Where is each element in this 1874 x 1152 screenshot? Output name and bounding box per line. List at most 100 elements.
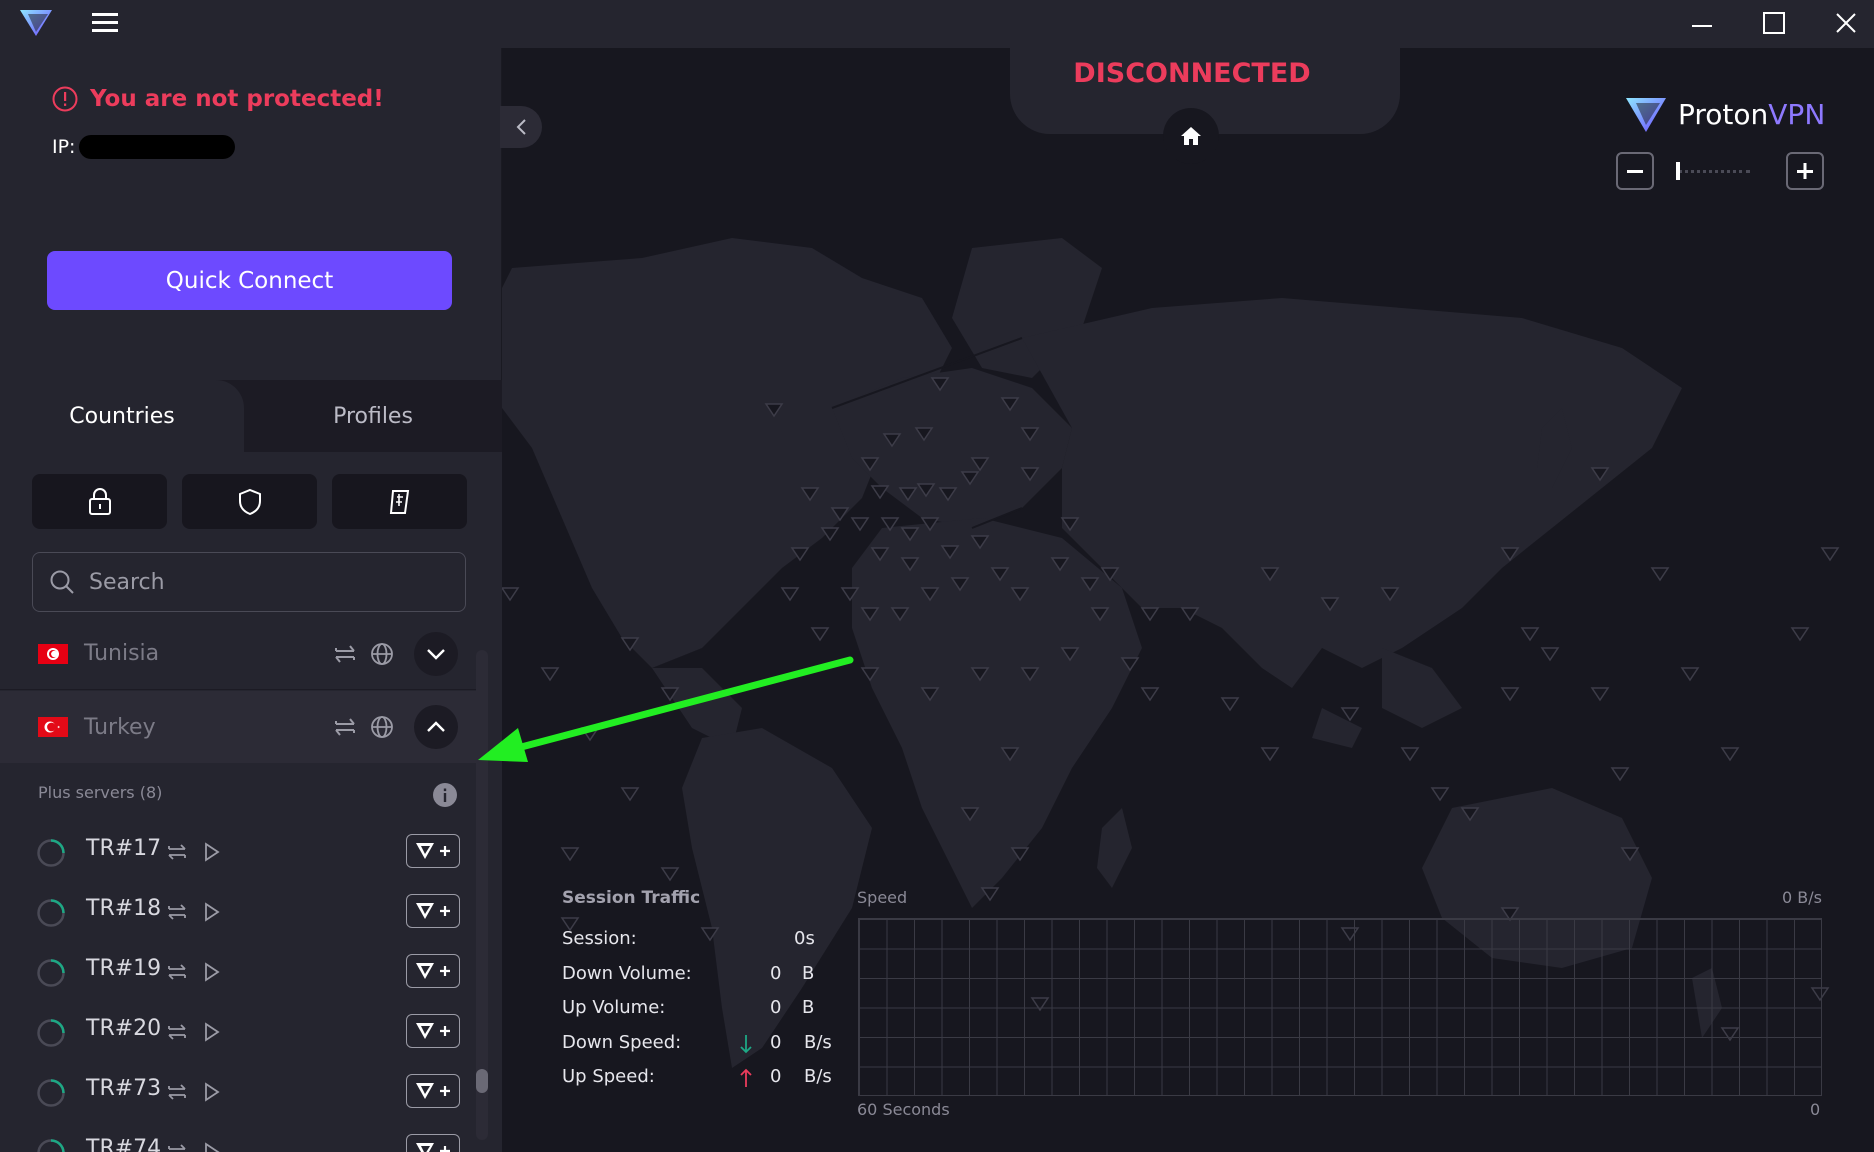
traffic-value: 0	[770, 963, 782, 984]
minimize-icon[interactable]	[1666, 0, 1738, 46]
server-connect-button[interactable]	[406, 1014, 460, 1048]
server-switch-icon[interactable]	[332, 715, 358, 739]
play-icon[interactable]	[204, 1022, 220, 1042]
close-icon[interactable]	[1810, 0, 1874, 46]
brand-vpn-text: VPN	[1768, 97, 1826, 131]
minus-icon	[1625, 161, 1645, 181]
country-row-tunisia[interactable]: Tunisia	[0, 618, 478, 690]
speed-graph-label: Speed	[857, 888, 908, 907]
traffic-row-down-volume: Down Volume: 0 B	[562, 963, 842, 989]
server-row[interactable]: TR#17	[0, 822, 478, 882]
traffic-row-up-volume: Up Volume: 0 B	[562, 997, 842, 1023]
traffic-unit: B/s	[804, 1032, 832, 1053]
server-load-icon	[36, 1138, 66, 1152]
down-arrow-icon	[740, 1034, 752, 1054]
search-input[interactable]	[89, 569, 429, 595]
globe-icon[interactable]	[370, 642, 394, 666]
server-connect-button[interactable]	[406, 894, 460, 928]
server-connect-button[interactable]	[406, 834, 460, 868]
traffic-row-up-speed: Up Speed: 0 B/s	[562, 1066, 842, 1092]
zoom-slider-thumb[interactable]	[1676, 162, 1680, 180]
traffic-value: 0	[770, 1066, 782, 1087]
home-location-button[interactable]	[1163, 108, 1219, 164]
traffic-unit: B	[802, 963, 815, 984]
server-switch-icon[interactable]	[166, 961, 188, 983]
server-switch-icon[interactable]	[166, 901, 188, 923]
server-switch-icon[interactable]	[166, 1081, 188, 1103]
play-icon[interactable]	[204, 1142, 220, 1152]
netshield-filter-button[interactable]	[182, 474, 317, 529]
server-row[interactable]: TR#19	[0, 942, 478, 1002]
plus-icon	[1795, 161, 1815, 181]
traffic-value: 0	[770, 997, 782, 1018]
traffic-label: Up Volume:	[562, 997, 666, 1018]
traffic-unit: B/s	[804, 1066, 832, 1087]
speed-graph	[858, 918, 1822, 1096]
hamburger-menu-icon[interactable]	[92, 10, 118, 34]
shield-icon	[238, 488, 262, 516]
collapse-sidebar-button[interactable]	[500, 106, 542, 148]
quick-connect-button[interactable]: Quick Connect	[47, 251, 452, 310]
traffic-value: 0s	[794, 928, 815, 949]
play-icon[interactable]	[204, 902, 220, 922]
country-row-turkey[interactable]: Turkey	[0, 691, 478, 763]
protection-warning-text: You are not protected!	[90, 86, 384, 112]
traffic-label: Session:	[562, 928, 637, 949]
server-row[interactable]: TR#18	[0, 882, 478, 942]
zoom-slider-track[interactable]	[1678, 170, 1750, 173]
server-connect-button[interactable]	[406, 1074, 460, 1108]
traffic-value: 0	[770, 1032, 782, 1053]
speed-graph-x-right-label: 0	[1810, 1100, 1821, 1119]
ip-row: IP:	[52, 135, 236, 159]
chevron-down-icon	[426, 648, 446, 660]
turkey-flag-icon	[38, 717, 68, 737]
server-switch-icon[interactable]	[166, 1021, 188, 1043]
server-connect-button[interactable]	[406, 954, 460, 988]
up-arrow-icon	[740, 1068, 752, 1088]
server-connect-button[interactable]	[406, 1134, 460, 1152]
scrollbar-thumb[interactable]	[476, 1069, 488, 1093]
server-load-icon	[36, 838, 66, 868]
tab-countries[interactable]: Countries	[0, 380, 244, 452]
chevron-left-icon	[515, 118, 527, 136]
play-icon[interactable]	[204, 1082, 220, 1102]
server-load-icon	[36, 1018, 66, 1048]
server-row[interactable]: TR#73	[0, 1062, 478, 1122]
title-bar	[0, 0, 1874, 48]
info-icon[interactable]	[432, 782, 458, 808]
p2p-filter-button[interactable]	[332, 474, 467, 529]
annotation-arrow	[478, 656, 854, 762]
search-box[interactable]	[32, 552, 466, 612]
server-load-icon	[36, 898, 66, 928]
server-row[interactable]: TR#74	[0, 1122, 478, 1152]
play-icon[interactable]	[204, 962, 220, 982]
server-name: TR#19	[86, 956, 162, 981]
proton-vpn-brand: Proton VPN	[1624, 94, 1825, 134]
server-name: TR#17	[86, 836, 162, 861]
traffic-label: Down Speed:	[562, 1032, 682, 1053]
maximize-icon[interactable]	[1738, 0, 1810, 46]
globe-icon[interactable]	[370, 715, 394, 739]
traffic-row-session: Session: 0s	[562, 928, 842, 954]
play-icon[interactable]	[204, 842, 220, 862]
alert-circle-icon	[52, 86, 78, 112]
proton-vpn-logo-icon	[18, 6, 54, 38]
server-switch-icon[interactable]	[166, 1141, 188, 1152]
plus-servers-header: Plus servers (8)	[38, 783, 163, 802]
country-name: Tunisia	[84, 641, 160, 666]
collapse-chevron-button[interactable]	[414, 705, 458, 749]
zoom-in-button[interactable]	[1786, 152, 1824, 190]
server-row[interactable]: TR#20	[0, 1002, 478, 1062]
server-switch-icon[interactable]	[332, 642, 358, 666]
home-icon	[1180, 125, 1202, 147]
secure-core-filter-button[interactable]	[32, 474, 167, 529]
lock-icon	[88, 487, 112, 516]
server-name: TR#20	[86, 1016, 162, 1041]
zoom-out-button[interactable]	[1616, 152, 1654, 190]
server-name: TR#18	[86, 896, 162, 921]
traffic-label: Down Volume:	[562, 963, 692, 984]
tab-profiles[interactable]: Profiles	[244, 380, 502, 452]
tunisia-flag-icon	[38, 644, 68, 664]
expand-chevron-button[interactable]	[414, 632, 458, 676]
server-switch-icon[interactable]	[166, 841, 188, 863]
